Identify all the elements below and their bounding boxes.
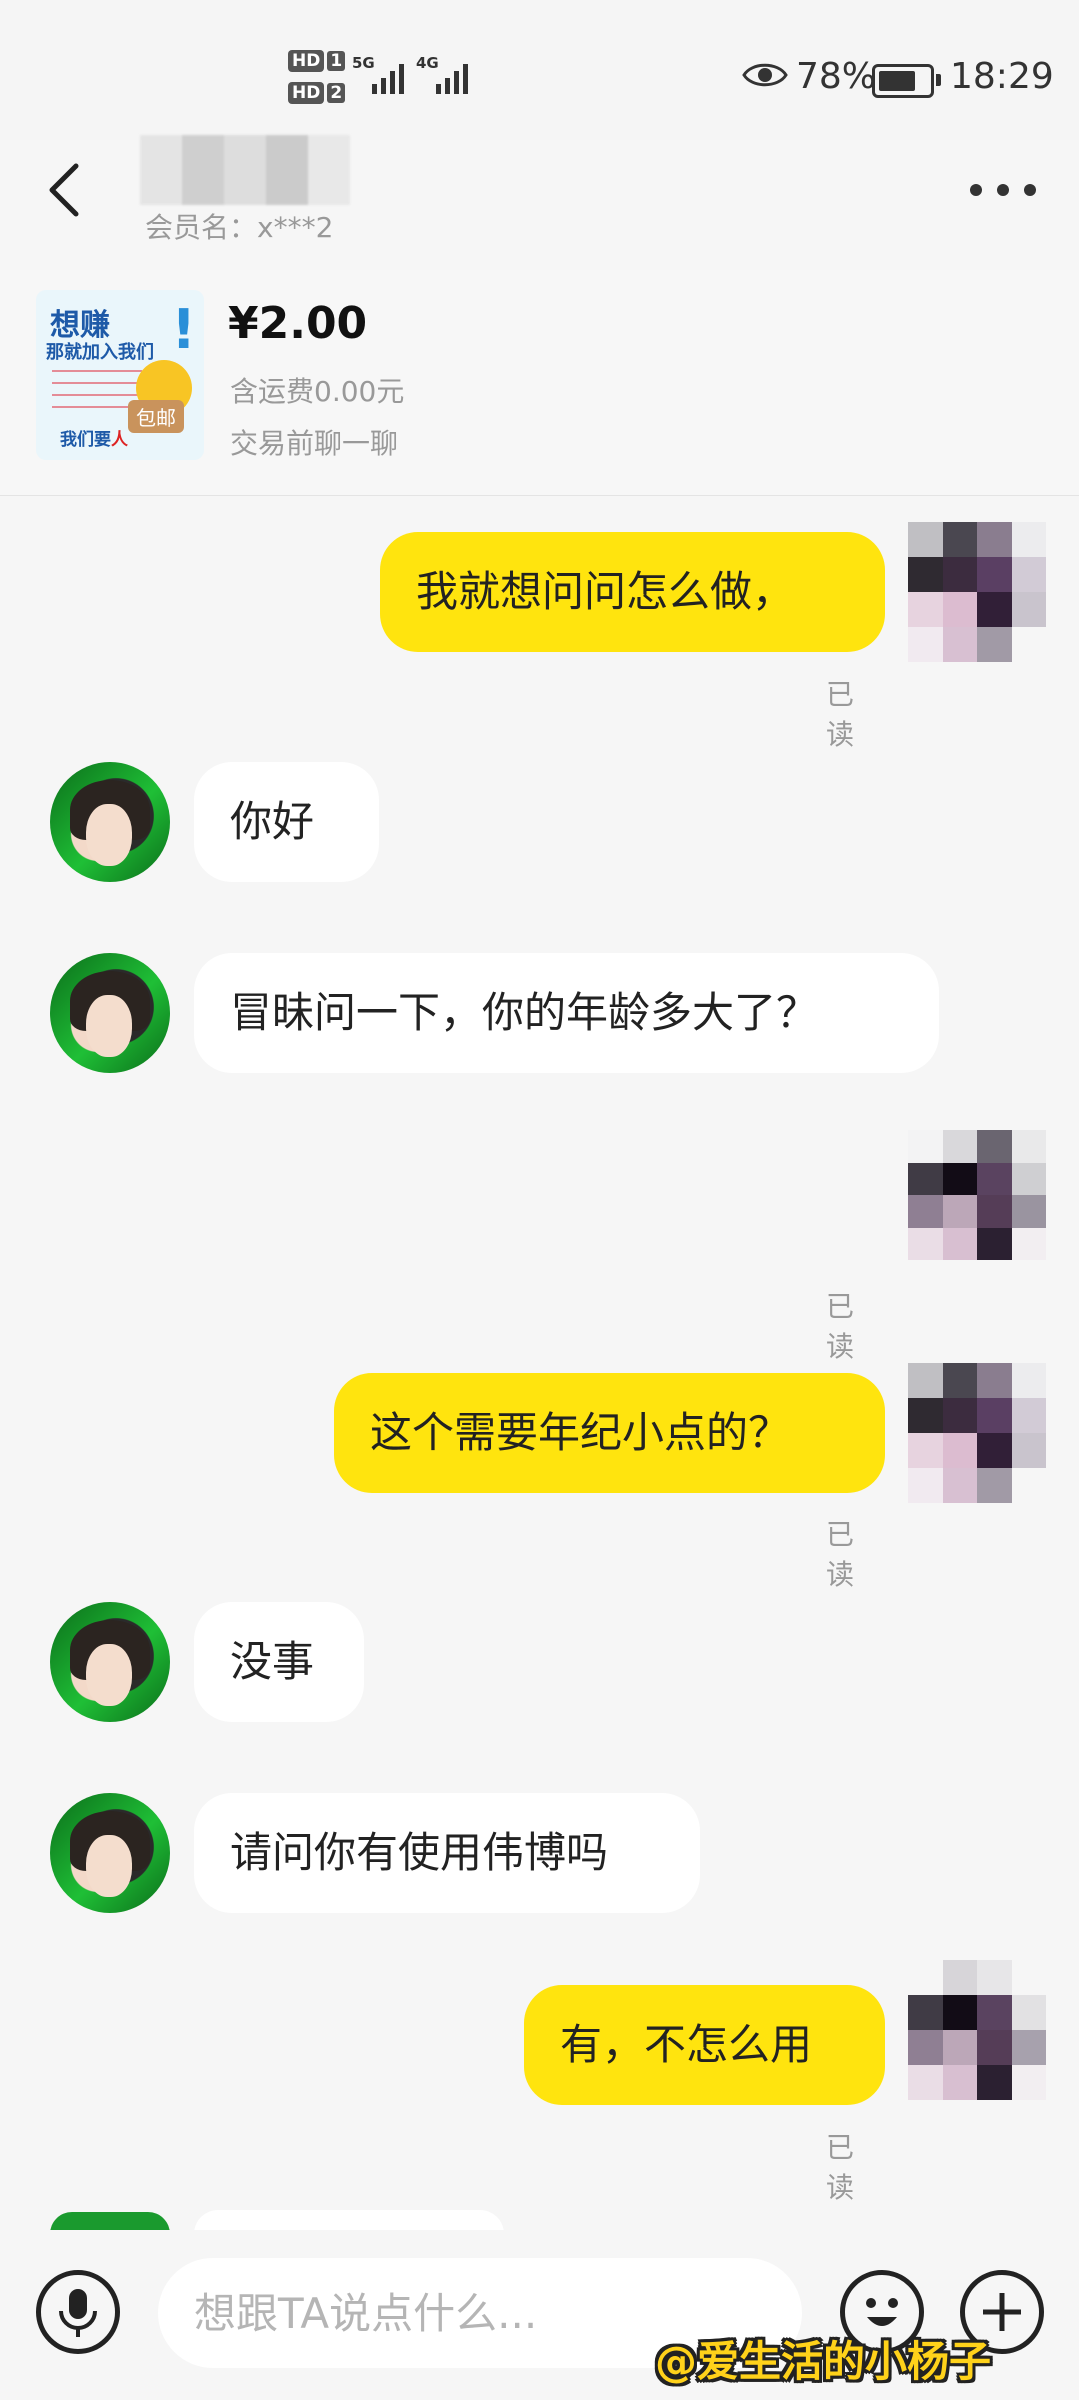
- voice-input-button[interactable]: [36, 2270, 120, 2354]
- battery-icon: [872, 64, 941, 98]
- message-bubble[interactable]: 有，不怎么用: [524, 1985, 885, 2105]
- sim1-hd-label: HD: [288, 50, 325, 72]
- read-status: 已读: [826, 2131, 855, 2204]
- free-shipping-badge: 包邮: [128, 400, 184, 433]
- my-avatar-blurred[interactable]: [908, 1363, 1046, 1503]
- eye-icon: [742, 63, 788, 87]
- message-bubble[interactable]: 请问你有使用伟博吗: [194, 1793, 700, 1913]
- read-status: 已读: [826, 1518, 855, 1591]
- product-card[interactable]: 想赚 ! 那就加入我们 包邮 我们要人 ¥2.00 含运费0.00元 交易前聊一…: [0, 270, 1079, 496]
- product-price: ¥2.00: [228, 298, 368, 349]
- contact-avatar[interactable]: [50, 1793, 170, 1913]
- message-bubble[interactable]: 没事: [194, 1602, 364, 1722]
- contact-name-blurred: [140, 135, 350, 205]
- read-status: 已读: [826, 678, 855, 751]
- member-name: 会员名：x***2: [145, 211, 334, 244]
- battery-percent: 78%: [796, 56, 877, 97]
- message-bubble[interactable]: 你好: [194, 762, 379, 882]
- product-image-subtitle: 那就加入我们: [46, 342, 154, 363]
- message-bubble[interactable]: 冒昧问一下，你的年龄多大了？: [194, 953, 939, 1073]
- my-avatar-blurred[interactable]: [908, 522, 1046, 662]
- message-bubble[interactable]: 我就想问问怎么做，: [380, 532, 885, 652]
- contact-avatar[interactable]: [50, 762, 170, 882]
- watermark: @爱生活的小杨子: [655, 2337, 992, 2386]
- contact-avatar[interactable]: [50, 1602, 170, 1722]
- sim1-index: 1: [327, 51, 346, 71]
- sim2-index: 2: [327, 83, 346, 103]
- microphone-icon: [59, 2289, 97, 2337]
- message-bubble[interactable]: 这个需要年纪小点的？: [334, 1373, 885, 1493]
- sim-indicators: HD 1 HD 2: [288, 48, 346, 112]
- status-bar: HD 1 HD 2 5G 4G 78% 18:29 会员名：x***2: [0, 0, 1079, 244]
- clock: 18:29: [950, 56, 1054, 97]
- my-avatar-blurred[interactable]: [908, 1960, 1046, 2100]
- read-status: 已读: [826, 1290, 855, 1363]
- more-options-icon[interactable]: [970, 170, 1036, 210]
- contact-avatar[interactable]: [50, 953, 170, 1073]
- chat-prompt: 交易前聊一聊: [230, 427, 399, 460]
- product-image[interactable]: 想赚 ! 那就加入我们 包邮 我们要人: [36, 290, 204, 460]
- my-avatar-blurred[interactable]: [908, 1130, 1046, 1260]
- back-arrow-icon[interactable]: [42, 160, 92, 220]
- sim2-hd-label: HD: [288, 82, 325, 104]
- shipping-fee: 含运费0.00元: [230, 375, 405, 408]
